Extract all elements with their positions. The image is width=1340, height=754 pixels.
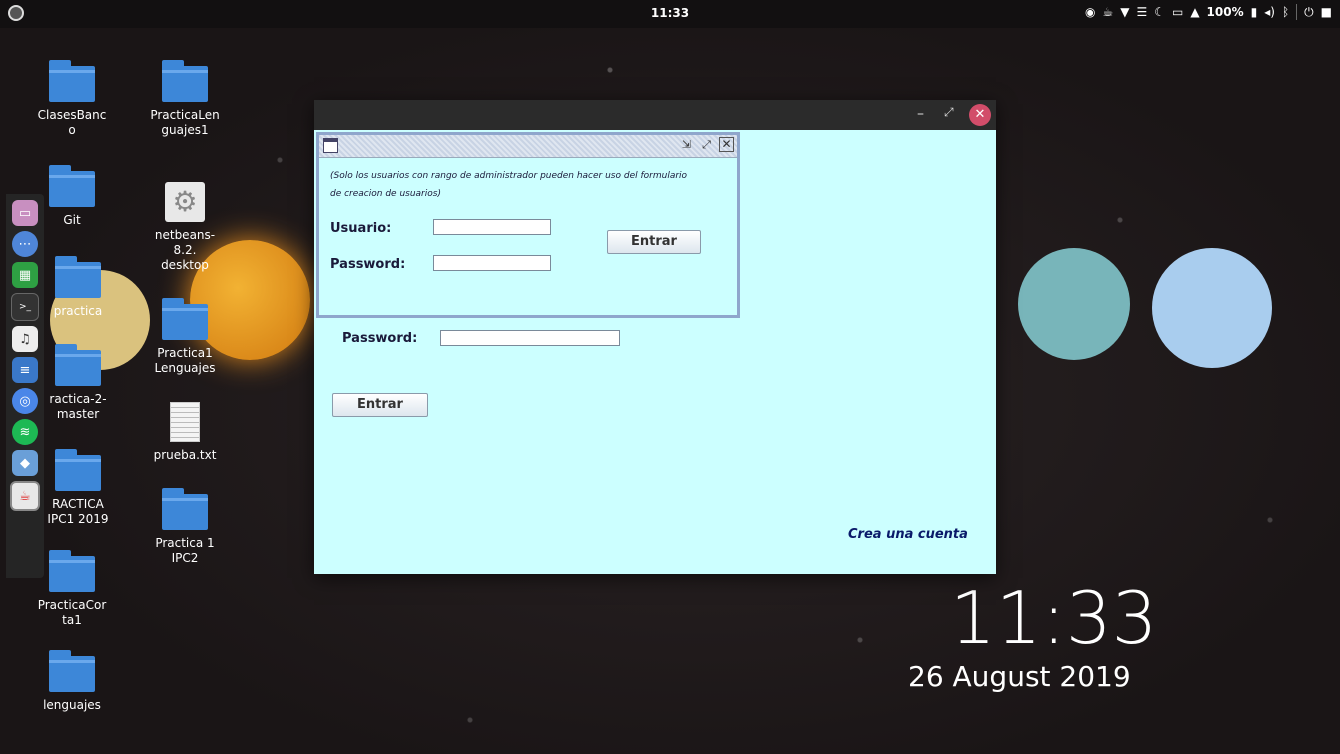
- java-icon[interactable]: ☕: [10, 481, 40, 511]
- admin-note-line2: de creacion de usuarios): [330, 189, 441, 199]
- window-titlebar[interactable]: – ⤢ ✕: [314, 100, 996, 130]
- desktop-icon-label: ractica-2- master: [49, 392, 107, 421]
- desktop-icon-practica1lenguajes[interactable]: Practica1 Lenguajes: [137, 298, 233, 376]
- virtualbox-icon[interactable]: ◆: [12, 450, 38, 476]
- system-tray: ◉ ☕ ▼ ☰ ☾ ▭ ▲ 100% ▮ ◂) ᛒ ⏻ ■: [1085, 4, 1332, 20]
- tray-divider: [1296, 4, 1298, 20]
- desktop-icon-label: lenguajes: [43, 698, 101, 712]
- desktop-icon-label: Practica 1 IPC2: [155, 536, 215, 565]
- folder-icon: [162, 60, 208, 102]
- wallpaper-planet-blue: [1152, 248, 1272, 368]
- desktop-icon-netbeans[interactable]: ⚙ netbeans- 8.2. desktop: [137, 182, 233, 273]
- maximize-icon[interactable]: ⤢: [699, 137, 714, 152]
- top-panel: 11:33 ◉ ☕ ▼ ☰ ☾ ▭ ▲ 100% ▮ ◂) ᛒ ⏻ ■: [0, 0, 1340, 28]
- create-account-link[interactable]: Crea una cuenta: [848, 527, 968, 542]
- wallpaper-planet-teal: [1018, 248, 1130, 360]
- text-file-icon: [170, 402, 200, 442]
- folder-icon: [162, 488, 208, 530]
- internal-frame-titlebar[interactable]: ⇲ ⤢ ✕: [319, 135, 737, 158]
- desktop-icon-practicalenguajes1[interactable]: PracticaLen guajes1: [137, 60, 233, 138]
- power-icon[interactable]: ⏻: [1304, 5, 1314, 20]
- wifi-icon[interactable]: ▼: [1120, 5, 1129, 19]
- folder-tray-icon[interactable]: ▭: [1172, 5, 1183, 19]
- desktop-icon-practica[interactable]: practica: [30, 256, 126, 319]
- discord-icon[interactable]: ◉: [1085, 5, 1095, 19]
- password-field[interactable]: [440, 330, 620, 346]
- notification-icon[interactable]: ▲: [1190, 5, 1199, 19]
- chrome-icon[interactable]: ◎: [12, 388, 38, 414]
- menu-icon[interactable]: ☰: [1136, 5, 1147, 19]
- password-label: Password:: [330, 257, 406, 272]
- password-field[interactable]: [433, 255, 551, 271]
- folder-icon: [49, 550, 95, 592]
- window-icon[interactable]: ■: [1321, 5, 1332, 19]
- desktop-icon-label: ClasesBanc o: [37, 108, 107, 137]
- coffee-icon[interactable]: ☕: [1102, 5, 1113, 19]
- bluetooth-icon[interactable]: ᛒ: [1282, 5, 1289, 19]
- folder-icon: [55, 256, 101, 298]
- folder-icon: [49, 165, 95, 207]
- usuario-field[interactable]: [433, 219, 551, 235]
- desktop-icon-practica-ipc1[interactable]: RACTICA IPC1 2019: [30, 449, 126, 527]
- desktop-clock-date: 26 August 2019: [908, 660, 1131, 693]
- volume-icon[interactable]: ◂): [1264, 5, 1275, 19]
- iconify-icon[interactable]: ⇲: [679, 137, 694, 152]
- files-icon[interactable]: ▭: [12, 200, 38, 226]
- usuario-label: Usuario:: [330, 221, 392, 236]
- folder-icon: [49, 650, 95, 692]
- terminal-icon[interactable]: >_: [11, 293, 39, 321]
- desktop-icon-practica2master[interactable]: ractica-2- master: [30, 344, 126, 422]
- desktop-icon-label: prueba.txt: [153, 448, 217, 462]
- close-icon[interactable]: ✕: [719, 137, 734, 152]
- maximize-icon[interactable]: ⤢: [944, 105, 954, 120]
- desktop-icon-label: Practica1 Lenguajes: [154, 346, 216, 375]
- apps-grid-icon[interactable]: ⋯: [12, 231, 38, 257]
- frame-icon: [323, 138, 338, 153]
- spotify-icon[interactable]: ≋: [12, 419, 38, 445]
- battery-icon[interactable]: ▮: [1251, 5, 1258, 19]
- text-editor-icon[interactable]: ≡: [12, 357, 38, 383]
- folder-icon: [55, 449, 101, 491]
- admin-internal-frame: ⇲ ⤢ ✕ (Solo los usuarios con rango de ad…: [316, 132, 740, 318]
- desktop-icon-clasesbanco[interactable]: ClasesBanc o: [24, 60, 120, 138]
- minimize-icon[interactable]: –: [917, 106, 924, 122]
- folder-icon: [162, 298, 208, 340]
- desktop-icon-practica1-ipc2[interactable]: Practica 1 IPC2: [137, 488, 233, 566]
- desktop-icon-prueba-txt[interactable]: prueba.txt: [137, 402, 233, 463]
- entrar-button[interactable]: Entrar: [607, 230, 701, 254]
- battery-percent[interactable]: 100%: [1207, 5, 1244, 19]
- desktop-icon-label: PracticaLen guajes1: [150, 108, 220, 137]
- entrar-button[interactable]: Entrar: [332, 393, 428, 417]
- gear-icon: ⚙: [165, 182, 205, 222]
- desktop-icon-lenguajes[interactable]: lenguajes: [24, 650, 120, 713]
- folder-icon: [55, 344, 101, 386]
- password-label: Password:: [342, 331, 418, 346]
- dock: ▭ ⋯ ▦ >_ ♫ ≡ ◎ ≋ ◆ ☕: [6, 194, 44, 578]
- admin-note-line1: (Solo los usuarios con rango de administ…: [330, 171, 688, 181]
- desktop-icon-label: PracticaCor ta1: [37, 598, 107, 627]
- folder-icon: [49, 60, 95, 102]
- close-button[interactable]: ✕: [969, 104, 991, 126]
- desktop-icon-label: RACTICA IPC1 2019: [47, 497, 109, 526]
- spreadsheet-icon[interactable]: ▦: [12, 262, 38, 288]
- night-light-icon[interactable]: ☾: [1154, 5, 1165, 19]
- desktop-clock-time: 11:33: [950, 576, 1158, 660]
- desktop-icon-label: practica: [53, 304, 103, 318]
- desktop-icon-label: netbeans- 8.2. desktop: [154, 228, 216, 272]
- music-icon[interactable]: ♫: [12, 326, 38, 352]
- login-window: – ⤢ ✕ Password: Entrar Crea una cuenta ⇲…: [314, 100, 996, 574]
